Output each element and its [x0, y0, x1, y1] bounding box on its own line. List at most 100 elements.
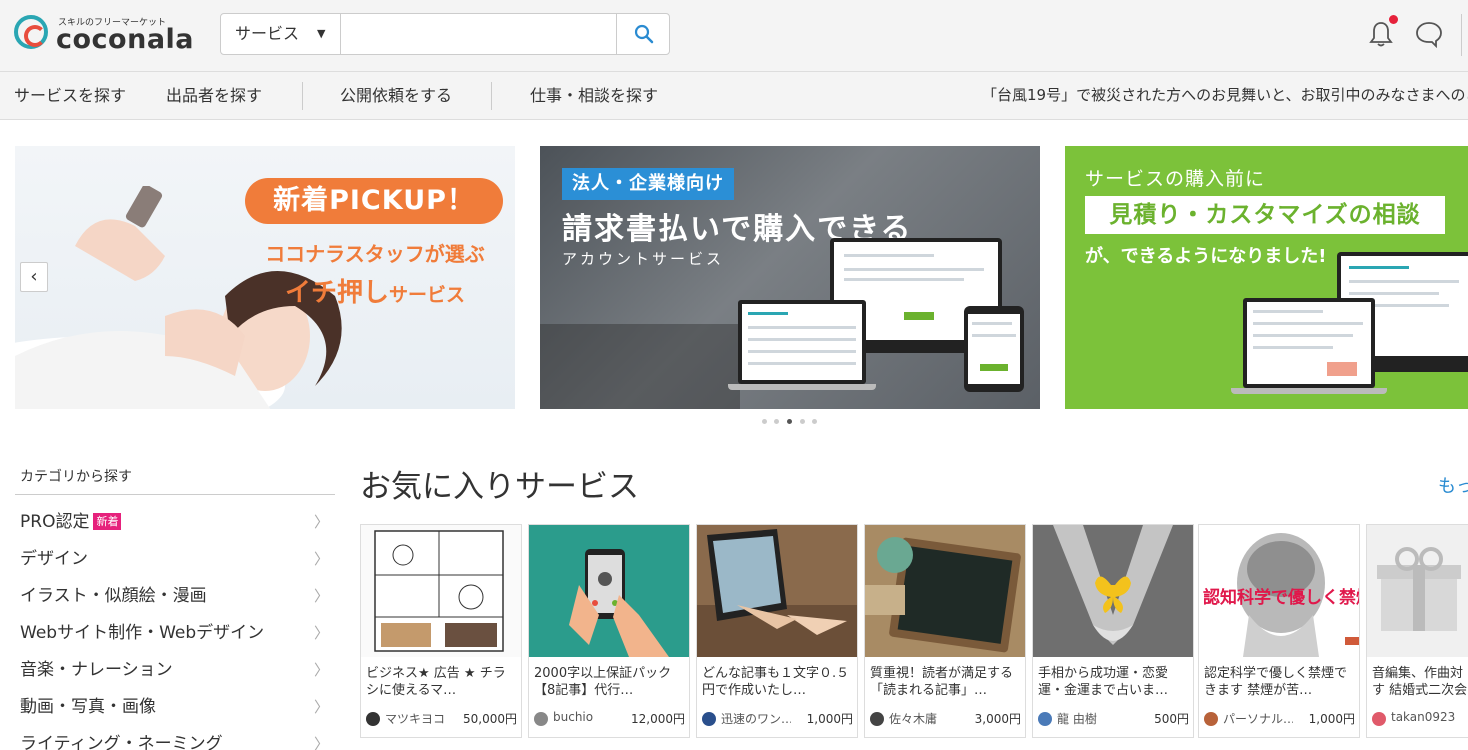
corporate-subtitle: アカウントサービス — [562, 250, 725, 268]
card-price: 500円 — [1154, 712, 1189, 726]
laptop-base — [728, 384, 876, 390]
card-price: 3,000円 — [974, 712, 1021, 726]
typhoon-notice-link[interactable]: 「台風19号」で被災された方へのお見舞いと、お取引中のみなさまへのご — [982, 72, 1468, 119]
seller-name[interactable]: 佐々木庸 — [889, 710, 959, 727]
service-card[interactable]: ビジネス★ 広告 ★ チラシに使えるマ… マツキヨコ 50,000円 — [360, 524, 522, 738]
search-icon — [634, 24, 654, 44]
corporate-tag: 法人・企業様向け — [562, 168, 734, 200]
category-divider — [15, 494, 335, 495]
bell-icon — [1369, 22, 1393, 47]
carousel-dot[interactable] — [774, 419, 779, 424]
seller-name[interactable]: マツキヨコ — [385, 710, 455, 727]
quit-smoking-image: 認知科学で優しく禁煙 — [1199, 525, 1359, 657]
estimate-line2: が、できるようになりました! — [1085, 246, 1327, 267]
service-card[interactable]: 手相から成功運・恋愛運・金運まで占いま… 龍 由樹 500円 — [1032, 524, 1194, 738]
carousel-dot[interactable] — [762, 419, 767, 424]
service-card[interactable]: 質重視！読者が満足する「読まれる記事」… 佐々木庸 3,000円 — [864, 524, 1026, 738]
category-label: ライティング・ネーミング — [20, 734, 223, 750]
hands-butterfly-image — [1033, 525, 1193, 657]
chevron-right-icon: 〉 — [313, 661, 329, 679]
coconala-logo[interactable]: スキルのフリーマーケット coconala — [14, 12, 204, 56]
category-item-web[interactable]: Webサイト制作・Webデザイン 〉 — [15, 615, 335, 652]
nav-divider — [491, 82, 492, 110]
category-item-design[interactable]: デザイン 〉 — [15, 541, 335, 578]
chevron-right-icon: 〉 — [313, 550, 329, 568]
phone-call-illustration — [529, 525, 689, 657]
chat-bubble-icon — [1416, 22, 1442, 49]
search-button[interactable] — [616, 14, 670, 54]
main-nav: サービスを探す 出品者を探す 公開依頼をする 仕事・相談を探す 「台風19号」で… — [0, 72, 1468, 120]
seller-name[interactable]: 迅速のワン… — [721, 710, 791, 727]
category-item-video[interactable]: 動画・写真・画像 〉 — [15, 689, 335, 726]
carousel-prev-button[interactable]: ‹ — [20, 262, 48, 292]
search-input[interactable] — [342, 14, 616, 54]
chevron-right-icon: 〉 — [313, 587, 329, 605]
seller-name[interactable]: 龍 由樹 — [1057, 710, 1127, 727]
estimate-highlight: 見積り・カスタマイズの相談 — [1085, 196, 1445, 234]
category-label: Webサイト制作・Webデザイン — [20, 623, 265, 643]
laptop-base — [1231, 388, 1387, 394]
chevron-right-icon: 〉 — [313, 735, 329, 750]
phone-mockup-image — [964, 306, 1024, 392]
nav-find-services[interactable]: サービスを探す — [14, 72, 126, 119]
category-section-title: カテゴリから探す — [20, 469, 132, 485]
pickup-headline-small: サービス — [389, 284, 466, 306]
chevron-left-icon: ‹ — [30, 266, 38, 287]
category-item-writing[interactable]: ライティング・ネーミング 〉 — [15, 726, 335, 750]
caret-down-icon: ▼ — [317, 27, 326, 40]
seller-name[interactable]: パーソナル… — [1223, 710, 1293, 727]
card-title: 2000字以上保証パック【8記事】代行… — [534, 666, 672, 698]
card-image-caption: 認知科学で優しく禁煙 — [1203, 588, 1359, 608]
carousel-dot-active[interactable] — [787, 419, 792, 424]
seller-name[interactable]: buchio — [553, 710, 623, 724]
service-card[interactable]: 音編集、作曲対す 結婚式二次会 takan0923 — [1366, 524, 1468, 738]
search-category-select[interactable]: サービス ▼ — [221, 14, 341, 54]
chevron-right-icon: 〉 — [313, 698, 329, 716]
notification-button[interactable] — [1368, 20, 1394, 48]
nav-find-jobs[interactable]: 仕事・相談を探す — [530, 72, 658, 119]
carousel-dot[interactable] — [812, 419, 817, 424]
seller-avatar — [1372, 712, 1386, 726]
search-category-label: サービス — [235, 24, 300, 43]
card-price: 1,000円 — [806, 712, 853, 726]
seller-avatar — [1038, 712, 1052, 726]
pickup-pill: 新着PICKUP！ — [245, 178, 503, 224]
seller-avatar — [702, 712, 716, 726]
category-item-music[interactable]: 音楽・ナレーション 〉 — [15, 652, 335, 689]
notification-badge — [1389, 15, 1398, 24]
category-item-illustration[interactable]: イラスト・似顔絵・漫画 〉 — [15, 578, 335, 615]
favorites-more-link[interactable]: もっ — [1438, 472, 1468, 498]
banner-corporate-invoice[interactable]: 法人・企業様向け 請求書払いで購入できる アカウントサービス — [540, 146, 1040, 409]
pickup-headline: イチ押しサービス — [245, 272, 505, 309]
card-price: 12,000円 — [631, 712, 685, 726]
service-card[interactable]: どんな記事も１文字０.５円で作成いたし… 迅速のワン… 1,000円 — [696, 524, 858, 738]
card-price: 1,000円 — [1308, 712, 1355, 726]
nav-post-request[interactable]: 公開依頼をする — [340, 72, 452, 119]
card-title: 認定科学で優しく禁煙できます 禁煙が苦… — [1204, 666, 1348, 698]
service-card[interactable]: 2000字以上保証パック【8記事】代行… buchio 12,000円 — [528, 524, 690, 738]
pickup-headline-main: イチ押し — [284, 278, 389, 308]
favorites-title: お気に入りサービス — [360, 469, 639, 505]
manga-flyer-image — [361, 525, 521, 657]
new-badge: 新着 — [93, 513, 122, 530]
chalkboard-image — [865, 525, 1025, 657]
seller-avatar — [870, 712, 884, 726]
seller-name[interactable]: takan0923 — [1391, 710, 1461, 724]
banner-new-pickup[interactable]: 新着PICKUP！ ココナラスタッフが選ぶ イチ押しサービス — [15, 146, 515, 409]
card-title: どんな記事も１文字０.５円で作成いたし… — [702, 666, 850, 698]
carousel-dot[interactable] — [800, 419, 805, 424]
messages-button[interactable] — [1414, 20, 1444, 49]
card-title: 音編集、作曲対す 結婚式二次会 — [1372, 666, 1468, 698]
category-label: イラスト・似顔絵・漫画 — [20, 586, 207, 606]
nav-find-sellers[interactable]: 出品者を探す — [166, 72, 262, 119]
service-card[interactable]: 認知科学で優しく禁煙 認定科学で優しく禁煙できます 禁煙が苦… パーソナル… 1… — [1198, 524, 1360, 738]
placeholder-gift-image — [1367, 525, 1468, 657]
search-bar: サービス ▼ — [220, 13, 670, 55]
card-title: 手相から成功運・恋愛運・金運まで占いま… — [1038, 666, 1169, 698]
category-label: 動画・写真・画像 — [20, 697, 156, 717]
category-label: PRO認定 — [20, 512, 90, 532]
banner-estimate-consult[interactable]: サービスの購入前に 見積り・カスタマイズの相談 が、できるようになりました! — [1065, 146, 1468, 409]
category-label: デザイン — [20, 549, 88, 569]
category-item-pro[interactable]: PRO認定 新着 〉 — [15, 504, 335, 541]
estimate-line1: サービスの購入前に — [1085, 168, 1266, 190]
